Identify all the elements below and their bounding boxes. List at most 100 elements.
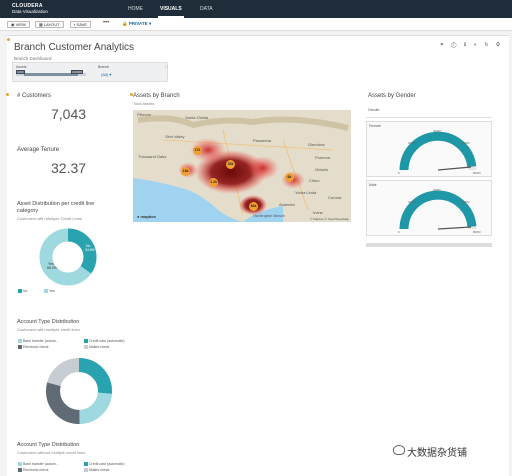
legend-swatch [18, 339, 22, 344]
gauge-tick: 600M [462, 141, 470, 145]
legend-item-bank[interactable]: Bank transfer (autom... [18, 462, 59, 467]
asset-dist-donut[interactable]: No 34.8% Yes 65.2% [37, 226, 99, 288]
filter-bar: Assets 1000 100000 Branch (All) ▾ [12, 62, 168, 82]
account-type-2-subtitle: Customers without multiple credit lines [17, 450, 86, 455]
tab-visuals[interactable]: VISUALS [158, 6, 184, 18]
customers-title: # Customers [17, 93, 52, 99]
place-label: Anaheim [279, 202, 295, 207]
map-marker[interactable]: 64k [249, 202, 258, 211]
assets-min-value[interactable]: 1000 [16, 70, 25, 74]
map-subtitle: Total Assets [133, 101, 155, 106]
toolbar: ◉ VIEW ▦ LAYOUT ▪ SAVE ••• 🔒 PRIVATE ▾ [0, 18, 512, 31]
legend-item-echeck[interactable]: Electronic check [18, 468, 49, 473]
place-label: Fillmore [137, 112, 152, 117]
brand-logo[interactable]: CLOUDERA Data Visualization [12, 3, 48, 15]
gauge-female[interactable]: Female 0 200M 400M 600M 800M [366, 121, 492, 177]
legend-swatch [84, 339, 88, 344]
map-base [133, 110, 351, 222]
place-label: Santa Clarita [185, 115, 209, 120]
place-label: Yorba Linda [295, 190, 317, 195]
legend-label: Electronic check [23, 468, 49, 472]
filter-icon[interactable]: ⏷ [440, 42, 447, 48]
legend-swatch [84, 462, 88, 467]
asset-dist-subtitle: Customers with Multiple Credit Lines [17, 216, 82, 221]
gauge-needle [437, 166, 472, 171]
gauge-tick: 0 [398, 171, 400, 175]
legend-item-mailed[interactable]: Mailed check [84, 468, 110, 473]
legend-label: Bank transfer (autom... [23, 339, 59, 343]
filter-collapse-icon[interactable]: □ [165, 64, 167, 69]
settings-icon[interactable]: ⚙ [496, 42, 503, 48]
gauge-tick: 0 [398, 230, 400, 234]
gauge-tick: 600M [462, 200, 470, 204]
tenure-title: Average Tenure [17, 147, 60, 153]
account-type-1-subtitle: Customers with multiple credit lines [17, 327, 80, 332]
legend-item-bank[interactable]: Bank transfer (autom... [18, 339, 59, 344]
map-marker[interactable]: 13k [181, 167, 190, 176]
place-label: Glendora [308, 142, 325, 147]
legend-swatch [44, 289, 48, 294]
legend-item-yes[interactable]: Yes [44, 289, 55, 294]
account-type-donut[interactable] [43, 355, 115, 427]
legend-swatch [18, 289, 22, 294]
tab-home[interactable]: HOME [128, 6, 143, 12]
gauge-scrollbar[interactable] [366, 243, 492, 247]
grip-icon [7, 38, 10, 41]
map-title: Assets by Branch [133, 93, 180, 99]
map-attribution[interactable]: © Mapbox © OpenStreetMap [310, 217, 349, 221]
dashboard-title[interactable]: Branch Customer Analytics [14, 42, 134, 53]
privacy-dropdown[interactable]: 🔒 PRIVATE ▾ [122, 21, 151, 27]
mapbox-logo: ● mapbox [137, 214, 156, 219]
legend-label: Bank transfer (autom... [23, 462, 59, 466]
place-label: Pasadena [253, 138, 272, 143]
legend-label: Yes [49, 289, 55, 293]
refresh-icon[interactable]: ↻ [484, 42, 491, 48]
account-type-2-title: Account Type Distribution [17, 442, 80, 448]
legend-item-echeck[interactable]: Electronic check [18, 345, 48, 350]
info-icon[interactable]: ⓘ [451, 42, 459, 48]
map-marker[interactable]: 1.2k [209, 178, 218, 187]
gauge-male[interactable]: Male 0 200M 400M 600M 800M [366, 180, 492, 236]
map-marker[interactable]: 6k [285, 173, 294, 182]
layout-button[interactable]: ▦ LAYOUT [35, 21, 64, 28]
tenure-value: 32.37 [51, 160, 87, 176]
legend-item-credit[interactable]: Credit card (automatic) [84, 462, 125, 467]
branch-filter-value: (All) [101, 72, 109, 77]
top-navbar: CLOUDERA Data Visualization HOME VISUALS… [0, 0, 512, 18]
legend-label: Credit card (automatic) [89, 462, 125, 466]
gauge-tick: 400M [433, 188, 441, 192]
legend-swatch [18, 345, 22, 350]
legend-item-no[interactable]: No [18, 289, 28, 294]
slice-pct-yes: 65.2% [47, 266, 57, 270]
privacy-label: PRIVATE [128, 21, 148, 26]
share-icon[interactable]: ◐ [474, 42, 480, 48]
view-label: VIEW [15, 22, 26, 27]
map-marker[interactable]: 17k [193, 146, 202, 155]
more-options-button[interactable]: ••• [103, 20, 109, 26]
place-label: Thousand Oaks [138, 154, 167, 159]
legend-item-mailed[interactable]: Mailed check [84, 345, 110, 350]
asset-dist-title-2: category [17, 208, 39, 214]
download-icon[interactable]: ⇩ [464, 42, 470, 48]
assets-max-value[interactable]: 100000 [71, 70, 84, 74]
chevron-down-icon: ▾ [109, 72, 112, 77]
branch-heatmap[interactable]: Fillmore Santa Clarita Simi Valley Thous… [133, 110, 351, 222]
mapbox-logo-text: mapbox [140, 214, 156, 219]
legend-swatch [18, 462, 22, 467]
gender-title: Assets by Gender [368, 93, 416, 99]
save-button[interactable]: ▪ SAVE [70, 21, 91, 28]
gauge-tick: 400M [433, 129, 441, 133]
legend-label: Mailed check [89, 468, 110, 472]
gauge-svg [399, 190, 477, 230]
legend-label: Mailed check [89, 345, 110, 349]
tab-data[interactable]: DATA [200, 6, 213, 12]
legend-label: No [23, 289, 28, 293]
dashboard-actions: ⏷ ⓘ ⇩ ◐ ↻ ⚙ [440, 42, 503, 48]
dashboard-subtitle[interactable]: Branch Dashboard [14, 56, 52, 61]
branch-filter-select[interactable]: (All) ▾ [101, 72, 111, 77]
legend-item-credit[interactable]: Credit card (automatic) [84, 339, 125, 344]
map-marker[interactable]: 33k [226, 160, 235, 169]
view-button[interactable]: ◉ VIEW [7, 21, 30, 28]
legend-swatch [84, 345, 88, 350]
place-label: Irvine [313, 210, 323, 215]
